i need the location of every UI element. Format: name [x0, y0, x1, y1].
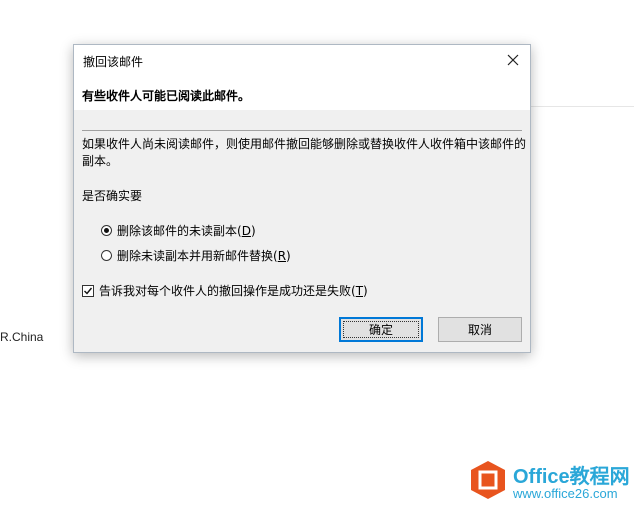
dialog-header: 有些收件人可能已阅读此邮件。	[74, 76, 530, 110]
option-mnemonic: D	[241, 223, 251, 238]
option-label: 删除该邮件的未读副本(	[117, 224, 242, 238]
office-logo-icon	[471, 461, 505, 499]
close-button[interactable]	[502, 51, 524, 71]
dialog-titlebar: 撤回该邮件	[74, 45, 530, 76]
option-delete-unread[interactable]: 删除该邮件的未读副本(D)	[101, 222, 256, 239]
option-suffix: )	[250, 223, 256, 238]
cancel-button[interactable]: 取消	[438, 317, 522, 342]
close-icon	[507, 54, 519, 66]
dialog-description: 如果收件人尚未阅读邮件，则使用邮件撤回能够删除或替换收件人收件箱中该邮件的副本。	[82, 137, 527, 168]
watermark-url: www.office26.com	[513, 486, 618, 501]
background-text: R.China	[0, 330, 44, 344]
cancel-button-label: 取消	[467, 323, 492, 337]
checkmark-icon	[84, 287, 93, 295]
option-suffix: )	[286, 248, 291, 263]
ok-button[interactable]: 确定	[339, 317, 423, 342]
option-delete-replace[interactable]: 删除未读副本并用新邮件替换(R)	[101, 247, 291, 264]
dialog-divider	[82, 130, 522, 131]
watermark-brand: Office教程网	[513, 466, 630, 488]
background-divider	[530, 106, 634, 107]
notify-suffix: )	[363, 283, 368, 298]
notify-checkbox-row[interactable]: 告诉我对每个收件人的撤回操作是成功还是失败(T)	[82, 282, 368, 299]
option-mnemonic: R	[277, 248, 287, 263]
dialog-title: 撤回该邮件	[83, 55, 144, 69]
focus-ring	[343, 321, 419, 338]
option-label: 删除未读副本并用新邮件替换(	[117, 249, 278, 263]
watermark: Office教程网 www.office26.com	[469, 458, 631, 504]
radio-selected[interactable]	[101, 225, 112, 236]
radio-unselected[interactable]	[101, 250, 112, 261]
notify-checkbox[interactable]	[82, 284, 94, 297]
notify-mnemonic: T	[355, 283, 364, 298]
dialog-heading: 有些收件人可能已阅读此邮件。	[82, 89, 251, 103]
recall-message-dialog: 撤回该邮件 有些收件人可能已阅读此邮件。 如果收件人尚未阅读邮件，则使用邮件撤回…	[73, 44, 531, 353]
notify-label: 告诉我对每个收件人的撤回操作是成功还是失败(	[99, 284, 356, 298]
dialog-question: 是否确实要	[82, 189, 143, 203]
